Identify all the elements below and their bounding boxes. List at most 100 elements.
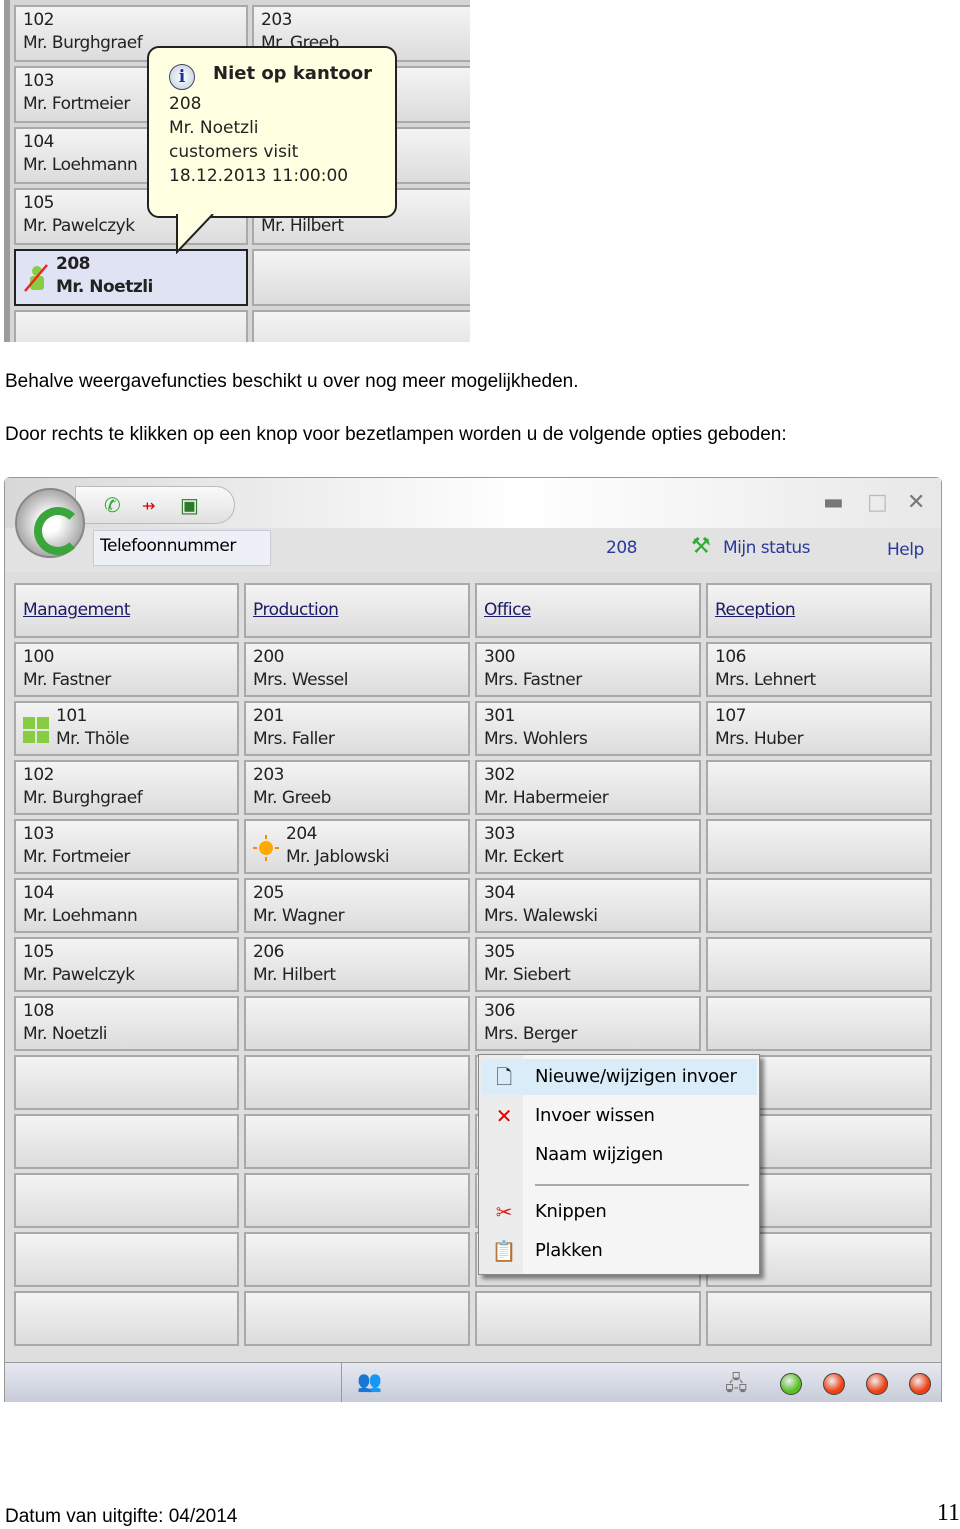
busy-lamp-button[interactable]: 103 Mr. Fortmeier <box>14 819 239 874</box>
busy-lamp-button[interactable]: 205 Mr. Wagner <box>244 878 470 933</box>
busy-lamp-button[interactable] <box>252 249 470 306</box>
screenshot-busy-lamp-tooltip: 102 Mr. Burghgraef 203 Mr. Greeb 103 Mr. Fort… <box>4 0 470 342</box>
busy-lamp-button[interactable]: 303 Mr. Eckert <box>475 819 701 874</box>
busy-lamp-button[interactable] <box>706 819 932 874</box>
menu-item-invoer-wissen[interactable]: ✕ Invoer wissen <box>481 1098 757 1134</box>
busy-lamp-button[interactable]: 106 Mrs. Lehnert <box>706 642 932 697</box>
group-header-production[interactable]: Production <box>244 583 470 638</box>
extension: 201 <box>253 706 284 726</box>
extension: 301 <box>484 706 515 726</box>
busy-lamp-button[interactable]: 304 Mrs. Walewski <box>475 878 701 933</box>
busy-lamp-button[interactable] <box>706 878 932 933</box>
contact-name: Mrs. Huber <box>715 729 804 749</box>
contact-name: Mrs. Lehnert <box>715 670 816 690</box>
extension: 208 <box>56 254 91 274</box>
users-icon[interactable]: 👥 <box>357 1369 382 1394</box>
contact-name: Mr. Habermeier <box>484 788 609 808</box>
busy-lamp-button[interactable]: 203 Mr. Greeb <box>244 760 470 815</box>
busy-lamp-button[interactable]: 107 Mrs. Huber <box>706 701 932 756</box>
busy-lamp-button[interactable]: 104 Mr. Loehmann <box>14 878 239 933</box>
phonebook-icon[interactable]: ▣ <box>180 493 199 518</box>
contact-name: Mrs. Berger <box>484 1024 577 1044</box>
extension: 103 <box>23 824 54 844</box>
menu-item-naam-wijzigen[interactable]: Naam wijzigen <box>481 1137 757 1173</box>
busy-lamp-button[interactable]: 108 Mr. Noetzli <box>14 996 239 1051</box>
title-bar: ✆ ⇸ ▣ ▬ □ ✕ <box>5 478 941 528</box>
busy-lamp-button[interactable] <box>14 1173 239 1228</box>
extension: 205 <box>253 883 284 903</box>
extension: 300 <box>484 647 515 667</box>
busy-lamp-button[interactable] <box>706 996 932 1051</box>
extension: 105 <box>23 942 54 962</box>
contact-name: Mr. Thöle <box>56 729 130 749</box>
menu-item-plakken[interactable]: 📋 Plakken <box>481 1233 757 1269</box>
busy-lamp-button[interactable] <box>244 1232 470 1287</box>
group-header-office[interactable]: Office <box>475 583 701 638</box>
busy-lamp-button[interactable] <box>252 310 470 342</box>
group-header-reception[interactable]: Reception <box>706 583 932 638</box>
busy-lamp-button[interactable]: 102 Mr. Burghgraef <box>14 760 239 815</box>
busy-lamp-button[interactable]: 300 Mrs. Fastner <box>475 642 701 697</box>
busy-lamp-button[interactable] <box>14 1232 239 1287</box>
app-logo-icon[interactable] <box>15 488 85 558</box>
menu-item-nieuwe-wijzigen-invoer[interactable]: 🗋 Nieuwe/wijzigen invoer <box>481 1059 757 1095</box>
contact-name: Mrs. Wessel <box>253 670 349 690</box>
minimize-icon[interactable]: ▬ <box>823 490 844 515</box>
busy-lamp-button[interactable] <box>706 937 932 992</box>
absent-status-icon[interactable]: ⚒ <box>691 534 711 559</box>
busy-lamp-button[interactable] <box>706 1291 932 1346</box>
green-squares-icon <box>22 715 50 745</box>
busy-lamp-button[interactable]: 101 Mr. Thöle <box>14 701 239 756</box>
extension: 102 <box>23 765 54 785</box>
help-link[interactable]: Help <box>887 540 924 560</box>
maximize-icon[interactable]: □ <box>867 490 888 515</box>
busy-lamp-button[interactable]: 306 Mrs. Berger <box>475 996 701 1051</box>
busy-lamp-button[interactable] <box>14 310 248 342</box>
tooltip-line: 18.12.2013 11:00:00 <box>169 166 349 186</box>
busy-lamp-button[interactable] <box>244 1055 470 1110</box>
scissors-icon: ✂ <box>495 1200 513 1224</box>
extension: 206 <box>253 942 284 962</box>
extension: 102 <box>23 10 54 30</box>
busy-lamp-button[interactable] <box>244 1114 470 1169</box>
menu-item-label: Plakken <box>535 1240 603 1261</box>
my-status-link[interactable]: Mijn status <box>723 538 811 558</box>
busy-lamp-button[interactable]: 208 Mr. Noetzli <box>14 249 248 306</box>
disconnect-icon[interactable]: ⇸ <box>142 496 155 516</box>
busy-lamp-button[interactable]: 100 Mr. Fastner <box>14 642 239 697</box>
busy-lamp-button[interactable]: 305 Mr. Siebert <box>475 937 701 992</box>
busy-lamp-button[interactable]: 105 Mr. Pawelczyk <box>14 937 239 992</box>
phone-number-field[interactable]: Telefoonnummer <box>93 530 271 566</box>
extension: 108 <box>23 1001 54 1021</box>
busy-lamp-button[interactable]: 204 Mr. Jablowski <box>244 819 470 874</box>
extension: 304 <box>484 883 515 903</box>
busy-lamp-button[interactable] <box>14 1291 239 1346</box>
busy-lamp-button[interactable]: 201 Mrs. Faller <box>244 701 470 756</box>
extension: 100 <box>23 647 54 667</box>
close-icon[interactable]: ✕ <box>907 490 925 515</box>
issue-date: Datum van uitgifte: 04/2014 <box>5 1506 238 1527</box>
contact-name: Mr. Noetzli <box>56 277 153 297</box>
busy-lamp-button[interactable] <box>14 1055 239 1110</box>
group-header-management[interactable]: Management <box>14 583 239 638</box>
extension: 200 <box>253 647 284 667</box>
busy-lamp-button[interactable] <box>706 760 932 815</box>
menu-item-knippen[interactable]: ✂ Knippen <box>481 1194 757 1230</box>
busy-lamp-button[interactable]: 206 Mr. Hilbert <box>244 937 470 992</box>
contact-name: Mrs. Fastner <box>484 670 582 690</box>
busy-lamp-button[interactable] <box>244 1173 470 1228</box>
own-extension: 208 <box>606 538 637 558</box>
busy-lamp-button[interactable] <box>244 996 470 1051</box>
busy-lamp-button[interactable] <box>244 1291 470 1346</box>
busy-lamp-button[interactable]: 200 Mrs. Wessel <box>244 642 470 697</box>
contact-name: Mr. Noetzli <box>23 1024 108 1044</box>
tooltip-line: customers visit <box>169 142 299 162</box>
info-icon: i <box>169 64 195 90</box>
busy-lamp-button[interactable] <box>14 1114 239 1169</box>
menu-item-label: Naam wijzigen <box>535 1144 663 1165</box>
busy-lamp-button[interactable]: 302 Mr. Habermeier <box>475 760 701 815</box>
busy-lamp-button[interactable]: 301 Mrs. Wohlers <box>475 701 701 756</box>
menu-separator <box>535 1184 749 1186</box>
phone-icon[interactable]: ✆ <box>104 493 121 518</box>
busy-lamp-button[interactable] <box>475 1291 701 1346</box>
